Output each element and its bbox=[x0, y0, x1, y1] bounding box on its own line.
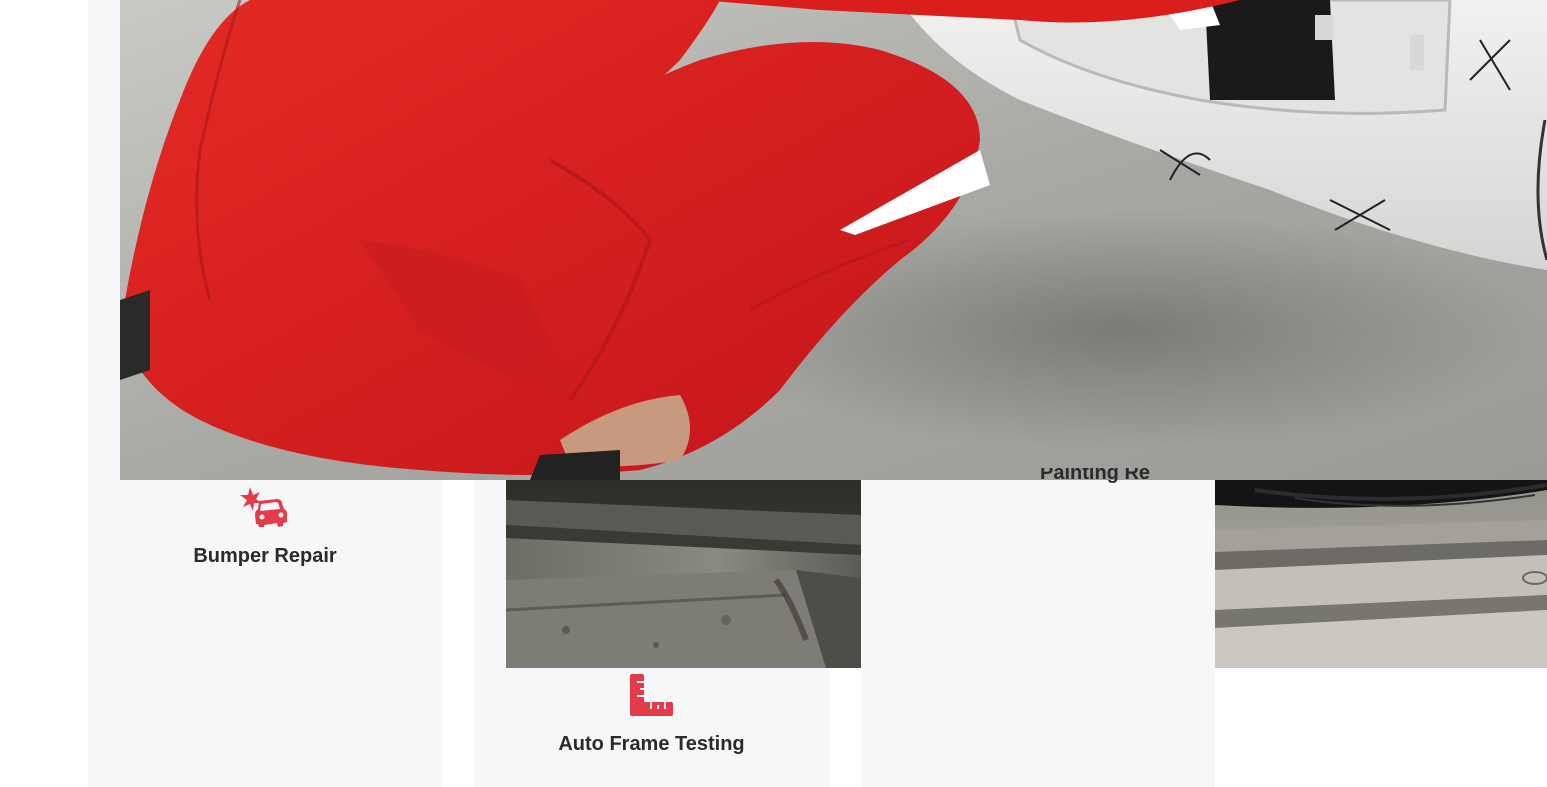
car-crash-icon bbox=[240, 487, 287, 527]
service-title-bumper-repair: Bumper Repair bbox=[193, 545, 337, 567]
hero-mechanic-photo bbox=[120, 0, 1547, 480]
services-section: Painting Repair Bumper Repair Auto Frame… bbox=[0, 0, 1547, 787]
ruler-combined-icon bbox=[630, 674, 673, 716]
service-title-auto-frame-testing: Auto Frame Testing bbox=[558, 733, 745, 755]
auto-frame-photo bbox=[506, 460, 861, 668]
service-title-painting-repair: Painting Repair bbox=[1040, 468, 1150, 484]
tire-on-lift-photo bbox=[1215, 460, 1547, 668]
